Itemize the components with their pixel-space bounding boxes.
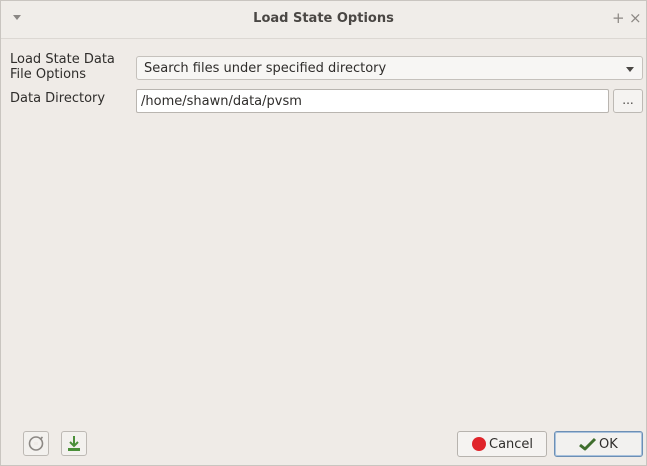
browse-button[interactable]: ...	[613, 89, 643, 113]
reset-button[interactable]	[23, 431, 49, 456]
data-directory-input[interactable]: /home/shawn/data/pvsm	[136, 89, 609, 113]
close-button[interactable]: ×	[629, 9, 642, 27]
data-file-options-select[interactable]: Search files under specified directory	[136, 56, 643, 80]
data-file-options-label-line1: Load State Data	[10, 52, 115, 67]
ok-label: OK	[599, 437, 618, 452]
window-title: Load State Options	[253, 11, 394, 26]
load-state-options-dialog: Load State Options + × Load State Data F…	[0, 0, 647, 466]
cancel-button[interactable]: Cancel	[457, 431, 547, 457]
cancel-label: Cancel	[489, 437, 534, 452]
data-directory-value: /home/shawn/data/pvsm	[141, 94, 302, 109]
data-file-options-value: Search files under specified directory	[144, 61, 387, 76]
save-default-button[interactable]	[61, 431, 87, 456]
cancel-icon	[472, 437, 486, 451]
data-file-options-label: Load State Data File Options	[10, 52, 115, 82]
ok-button[interactable]: OK	[554, 431, 643, 457]
data-directory-label: Data Directory	[10, 91, 106, 106]
data-file-options-label-line2: File Options	[10, 67, 87, 82]
chevron-down-icon	[626, 67, 634, 72]
save-default-icon	[68, 436, 80, 451]
pin-button[interactable]: +	[612, 9, 625, 27]
checkmark-icon	[579, 437, 597, 451]
title-bar: Load State Options + ×	[1, 1, 646, 39]
reset-icon	[28, 436, 44, 451]
